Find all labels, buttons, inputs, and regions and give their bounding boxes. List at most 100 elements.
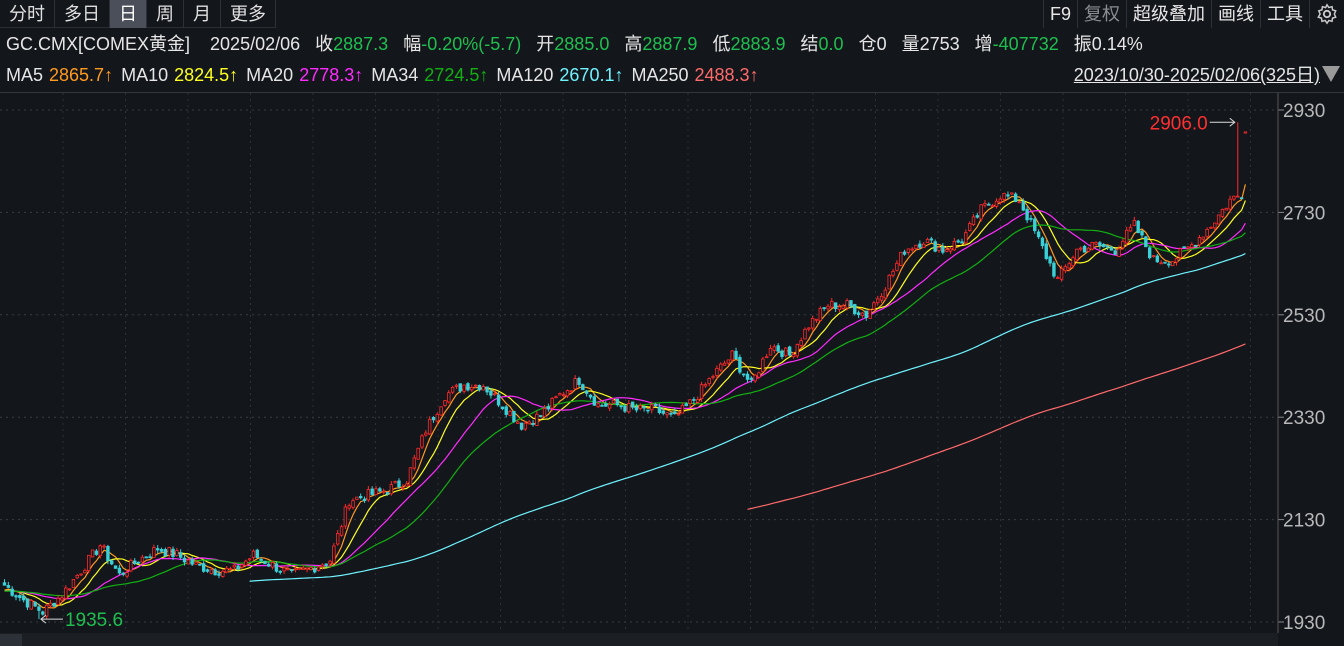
amplitude-label: 振	[1073, 34, 1092, 54]
candle-body	[163, 549, 168, 557]
candle-body	[964, 232, 968, 244]
candle-body	[224, 567, 229, 573]
candle-body	[178, 552, 183, 558]
ma-value: 2670.1↑	[559, 65, 624, 85]
candle-body	[98, 545, 102, 557]
tools-button[interactable]: 工具	[1260, 0, 1309, 28]
adjust-button[interactable]: 复权	[1077, 0, 1126, 28]
candle-body	[707, 378, 711, 385]
candle-body	[611, 399, 616, 404]
candle-body	[29, 600, 34, 610]
candle-body	[182, 557, 187, 563]
y-tick-label: 2530	[1283, 306, 1325, 327]
candle-body	[868, 309, 872, 319]
candle-body	[152, 547, 156, 558]
candle-body	[741, 373, 746, 376]
candle-body	[1082, 245, 1087, 253]
horizontal-scrollbar[interactable]	[0, 633, 1278, 646]
candle-body	[397, 480, 401, 488]
overlay-button[interactable]: 超级叠加	[1126, 0, 1211, 28]
candle-body	[1174, 258, 1179, 263]
period-tabs: 分时 多日日周月更多	[0, 0, 276, 28]
draw-button[interactable]: 画线	[1211, 0, 1260, 28]
candle-body	[680, 404, 685, 414]
candle-body	[573, 378, 577, 390]
candle-body	[201, 563, 206, 572]
tab-3[interactable]: 周	[147, 0, 184, 28]
candle-body	[416, 447, 420, 460]
candle-body	[175, 550, 179, 556]
candle-body	[404, 483, 409, 487]
candle-body	[366, 489, 371, 501]
f9-button[interactable]: F9	[1042, 0, 1077, 28]
candle-body	[902, 251, 907, 255]
scrollbar-thumb[interactable]	[0, 634, 22, 646]
candle-body	[676, 413, 681, 416]
tab-4[interactable]: 月	[184, 0, 221, 28]
candle-body	[914, 244, 918, 249]
candle-body	[826, 305, 830, 310]
candle-body	[673, 411, 677, 414]
candle-body	[623, 405, 627, 412]
candle-body	[669, 412, 673, 415]
candle-body	[791, 354, 796, 358]
tab-5[interactable]: 更多	[221, 0, 276, 28]
candle-body	[18, 594, 22, 599]
candle-body	[1109, 246, 1114, 251]
tab-1[interactable]: 多日	[55, 0, 110, 28]
candle-body	[60, 597, 64, 601]
candle-body	[313, 568, 317, 573]
candle-body	[1136, 220, 1140, 234]
candle-body	[734, 350, 738, 360]
date-range-link[interactable]: 2023/10/30-2025/02/06(325日)	[1074, 62, 1320, 88]
candle-body	[209, 569, 214, 574]
candle-body	[205, 569, 210, 572]
candle-body	[768, 347, 773, 356]
candle-body	[1013, 193, 1018, 203]
candle-body	[1236, 195, 1240, 198]
candle-body	[906, 248, 911, 253]
candle-body	[1036, 231, 1041, 238]
ma-value: 2724.5↑	[424, 65, 489, 85]
settings-button[interactable]	[1309, 0, 1344, 28]
settle-label: 结	[800, 34, 819, 54]
candle-body	[393, 481, 397, 484]
candle-body	[600, 404, 604, 407]
candle-body	[1033, 218, 1037, 232]
candle-body	[661, 410, 665, 414]
ma-value: 2865.7↑	[49, 65, 114, 85]
candle-body	[1029, 217, 1033, 220]
candle-body	[286, 568, 290, 571]
y-tick-label: 2930	[1283, 101, 1325, 122]
candle-body	[309, 567, 313, 570]
candle-body	[761, 358, 765, 373]
y-tick-label: 2130	[1283, 511, 1325, 532]
candle-body	[872, 302, 876, 310]
increase-label: 增	[974, 34, 993, 54]
candle-body	[290, 569, 294, 572]
candle-body	[1159, 262, 1163, 265]
candle-body	[627, 403, 631, 413]
candle-body	[665, 412, 669, 416]
candle-body	[638, 405, 642, 409]
candle-body	[519, 422, 524, 430]
candle-body	[500, 406, 505, 410]
candlestick-chart[interactable]: 2930 2730 2530 2330 2130 1930 2906.0 1935.6	[0, 93, 1344, 633]
candle-body	[1220, 208, 1225, 217]
candle-body	[1147, 247, 1152, 259]
tab-2[interactable]: 日	[110, 0, 147, 28]
candle-body	[316, 566, 321, 571]
candle-body	[470, 387, 474, 391]
candle-body	[378, 488, 382, 492]
candle-body	[956, 240, 960, 243]
candle-body	[634, 406, 639, 411]
candle-body	[133, 560, 137, 565]
candle-body	[41, 611, 45, 615]
candle-body	[431, 416, 436, 421]
dropdown-triangle-icon[interactable]	[1322, 66, 1340, 82]
candle-body	[757, 372, 761, 378]
candle-body	[293, 568, 298, 571]
candle-body	[1105, 245, 1110, 248]
gear-icon	[1317, 3, 1337, 25]
tab-0[interactable]: 分时	[0, 0, 55, 28]
